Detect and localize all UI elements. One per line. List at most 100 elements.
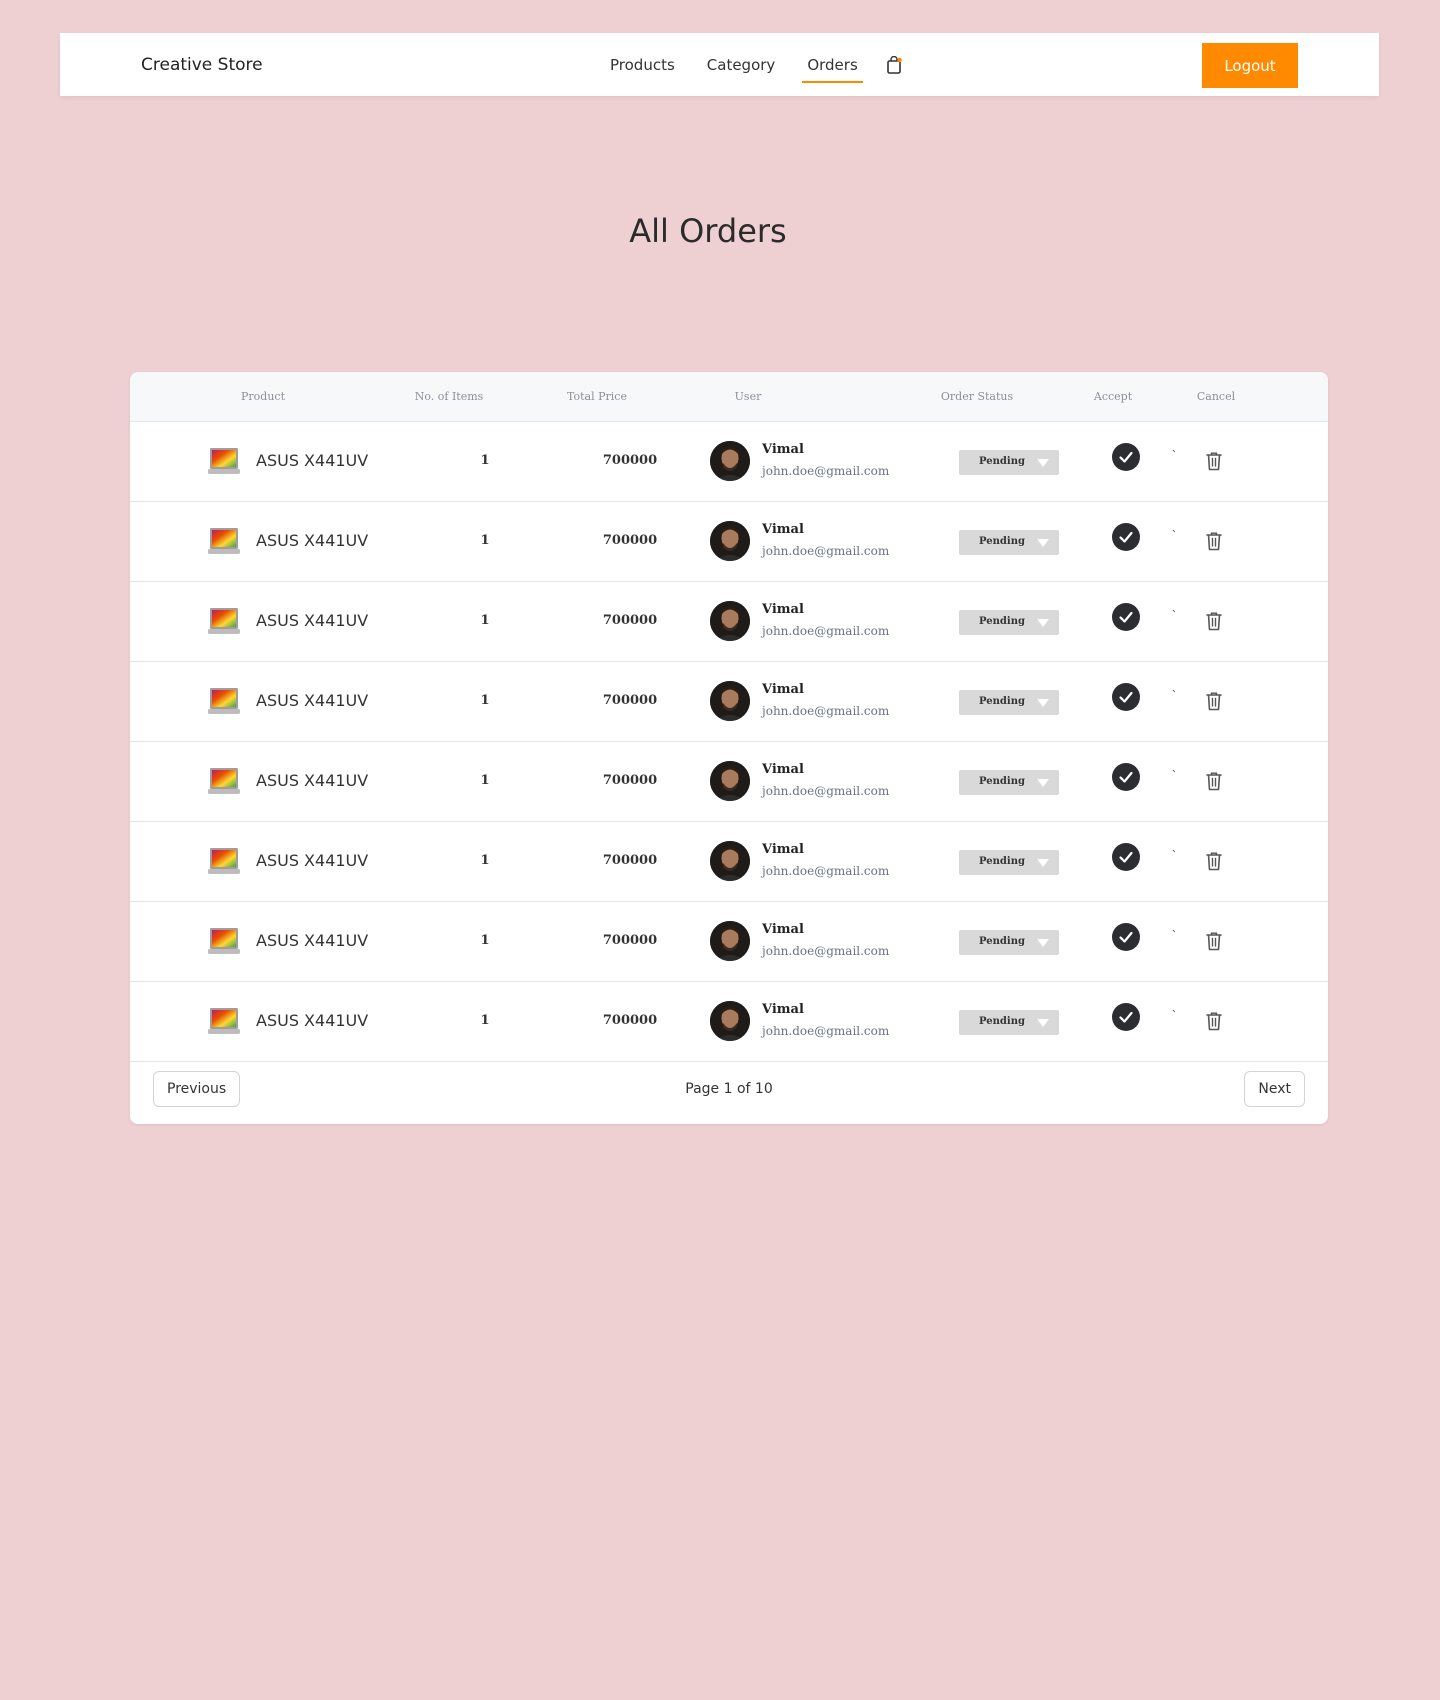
- user-name: Vimal: [762, 682, 804, 697]
- page-title: All Orders: [629, 212, 787, 250]
- laptop-icon: [207, 687, 241, 717]
- caret-down-icon: [1037, 539, 1049, 547]
- backtick-mark: `: [1172, 688, 1176, 702]
- accept-check-icon[interactable]: [1112, 603, 1140, 631]
- user-email: john.doe@gmail.com: [762, 864, 890, 878]
- laptop-icon: [207, 767, 241, 797]
- table-row: ASUS X441UV 1 700000 Vimal john.doe@gmai…: [130, 982, 1328, 1062]
- laptop-icon: [207, 1007, 241, 1037]
- backtick-mark: `: [1172, 448, 1176, 462]
- accept-check-icon[interactable]: [1112, 1003, 1140, 1031]
- caret-down-icon: [1037, 939, 1049, 947]
- trash-icon[interactable]: [1205, 691, 1223, 711]
- caret-down-icon: [1037, 699, 1049, 707]
- table-row: ASUS X441UV 1 700000 Vimal john.doe@gmai…: [130, 502, 1328, 582]
- accept-check-icon[interactable]: [1112, 523, 1140, 551]
- trash-icon[interactable]: [1205, 931, 1223, 951]
- total-price: 700000: [602, 693, 658, 708]
- order-status-value: Pending: [979, 616, 1025, 627]
- total-price: 700000: [602, 533, 658, 548]
- user-email: john.doe@gmail.com: [762, 784, 890, 798]
- order-status-select[interactable]: Pending: [959, 770, 1059, 795]
- product-name: ASUS X441UV: [256, 611, 369, 630]
- user-email: john.doe@gmail.com: [762, 464, 890, 478]
- trash-icon[interactable]: [1205, 851, 1223, 871]
- trash-icon[interactable]: [1205, 451, 1223, 471]
- top-navbar: Creative Store Products Category Orders …: [60, 33, 1379, 96]
- product-name: ASUS X441UV: [256, 531, 369, 550]
- user-email: john.doe@gmail.com: [762, 944, 890, 958]
- user-email: john.doe@gmail.com: [762, 544, 890, 558]
- avatar: [710, 841, 750, 881]
- page-indicator: Page 1 of 10: [685, 1081, 773, 1097]
- laptop-icon: [207, 447, 241, 477]
- order-status-select[interactable]: Pending: [959, 610, 1059, 635]
- logout-button[interactable]: Logout: [1202, 43, 1298, 88]
- accept-check-icon[interactable]: [1112, 923, 1140, 951]
- laptop-icon: [207, 527, 241, 557]
- backtick-mark: `: [1172, 768, 1176, 782]
- trash-icon[interactable]: [1205, 1011, 1223, 1031]
- trash-icon[interactable]: [1205, 611, 1223, 631]
- total-price: 700000: [602, 613, 658, 628]
- product-name: ASUS X441UV: [256, 851, 369, 870]
- column-header-price: Total Price: [567, 390, 627, 403]
- column-header-status: Order Status: [940, 390, 1014, 403]
- total-price: 700000: [602, 853, 658, 868]
- user-email: john.doe@gmail.com: [762, 1024, 890, 1038]
- column-header-items: No. of Items: [414, 390, 484, 403]
- avatar: [710, 681, 750, 721]
- user-name: Vimal: [762, 1002, 804, 1017]
- table-row: ASUS X441UV 1 700000 Vimal john.doe@gmai…: [130, 662, 1328, 742]
- laptop-icon: [207, 847, 241, 877]
- avatar: [710, 521, 750, 561]
- backtick-mark: `: [1172, 848, 1176, 862]
- user-name: Vimal: [762, 522, 804, 537]
- avatar: [710, 761, 750, 801]
- order-status-value: Pending: [979, 776, 1025, 787]
- table-row: ASUS X441UV 1 700000 Vimal john.doe@gmai…: [130, 422, 1328, 502]
- order-status-value: Pending: [979, 536, 1025, 547]
- product-name: ASUS X441UV: [256, 771, 369, 790]
- item-count: 1: [480, 853, 490, 868]
- accept-check-icon[interactable]: [1112, 843, 1140, 871]
- total-price: 700000: [602, 1013, 658, 1028]
- order-status-select[interactable]: Pending: [959, 690, 1059, 715]
- accept-check-icon[interactable]: [1112, 763, 1140, 791]
- user-email: john.doe@gmail.com: [762, 624, 890, 638]
- order-status-select[interactable]: Pending: [959, 1010, 1059, 1035]
- order-status-select[interactable]: Pending: [959, 450, 1059, 475]
- nav-products[interactable]: Products: [605, 52, 680, 78]
- backtick-mark: `: [1172, 528, 1176, 542]
- item-count: 1: [480, 693, 490, 708]
- item-count: 1: [480, 933, 490, 948]
- trash-icon[interactable]: [1205, 771, 1223, 791]
- trash-icon[interactable]: [1205, 531, 1223, 551]
- table-row: ASUS X441UV 1 700000 Vimal john.doe@gmai…: [130, 582, 1328, 662]
- next-button[interactable]: Next: [1244, 1071, 1305, 1107]
- brand-logo[interactable]: Creative Store: [141, 55, 263, 75]
- order-status-select[interactable]: Pending: [959, 850, 1059, 875]
- accept-check-icon[interactable]: [1112, 683, 1140, 711]
- product-name: ASUS X441UV: [256, 1011, 369, 1030]
- table-row: ASUS X441UV 1 700000 Vimal john.doe@gmai…: [130, 902, 1328, 982]
- order-status-value: Pending: [979, 936, 1025, 947]
- total-price: 700000: [602, 933, 658, 948]
- order-status-value: Pending: [979, 456, 1025, 467]
- total-price: 700000: [602, 773, 658, 788]
- laptop-icon: [207, 607, 241, 637]
- order-status-select[interactable]: Pending: [959, 530, 1059, 555]
- user-name: Vimal: [762, 602, 804, 617]
- nav-links: Products Category Orders: [605, 33, 903, 96]
- shopping-bag-icon[interactable]: [885, 55, 903, 74]
- accept-check-icon[interactable]: [1112, 443, 1140, 471]
- column-header-cancel: Cancel: [1196, 390, 1236, 403]
- nav-category[interactable]: Category: [702, 52, 781, 78]
- backtick-mark: `: [1172, 1008, 1176, 1022]
- orders-table: Product No. of Items Total Price User Or…: [130, 372, 1328, 1124]
- nav-orders[interactable]: Orders: [802, 52, 864, 83]
- order-status-select[interactable]: Pending: [959, 930, 1059, 955]
- item-count: 1: [480, 773, 490, 788]
- product-name: ASUS X441UV: [256, 451, 369, 470]
- avatar: [710, 441, 750, 481]
